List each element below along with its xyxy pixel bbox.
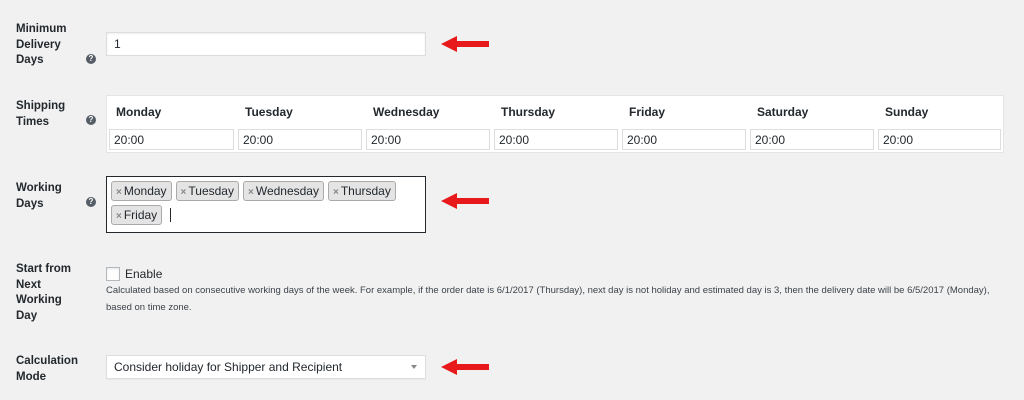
red-arrow-left-icon [441,193,489,209]
calculation-mode-selected-value: Consider holiday for Shipper and Recipie… [114,360,343,374]
enable-checkbox-label[interactable]: Enable [125,267,162,281]
shipping-day-header: Friday [629,105,666,119]
working-day-tag-label: Thursday [340,184,391,198]
remove-tag-icon[interactable]: × [333,187,339,198]
shipping-time-input[interactable] [622,129,746,150]
shipping-day-header: Monday [116,105,162,119]
minimum-delivery-days-input[interactable]: 1 [106,32,426,56]
working-day-tag-label: Wednesday [255,184,319,198]
shipping-time-input[interactable] [494,129,618,150]
help-icon[interactable]: ? [86,54,96,64]
shipping-time-cell [236,127,364,153]
shipping-day-header: Saturday [757,105,809,119]
working-days-multiselect[interactable]: × Monday × Tuesday × Wednesday × Thursday× Frida… [106,176,426,233]
shipping-day-header: Tuesday [245,105,293,119]
shipping-day-header: Thursday [501,105,556,119]
calculation-mode-label: Calculation Mode [16,355,78,383]
shipping-times-label: Shipping Times [16,100,66,128]
calculation-mode-select[interactable]: Consider holiday for Shipper and Recipie… [106,355,426,379]
remove-tag-icon[interactable]: × [116,211,122,222]
minimum-delivery-days-label: Minimum Delivery Days [16,23,67,66]
enable-checkbox[interactable] [106,267,120,281]
working-day-tag: × Thursday [327,181,396,201]
working-day-tag: × Tuesday [175,181,239,201]
shipping-time-input[interactable] [750,129,874,150]
working-day-tag-label: Monday [123,184,167,198]
help-icon[interactable]: ? [86,197,96,207]
working-day-tag: × Monday [111,181,172,201]
red-arrow-left-icon [441,36,489,52]
working-day-tag-label: Friday [123,208,158,222]
help-icon[interactable]: ? [86,115,96,125]
shipping-time-cell [364,127,492,153]
text-cursor[interactable] [170,208,172,222]
shipping-time-cell [107,127,236,153]
working-day-tag-label: Tuesday [188,184,234,198]
working-days-label: Working Days [16,182,62,210]
shipping-day-header: Sunday [885,105,929,119]
shipping-day-header: Wednesday [373,105,440,119]
working-day-tag: × Friday [111,205,163,225]
chevron-down-icon[interactable] [411,365,417,369]
start-next-working-day-label: Start from Next Working Day [16,263,71,322]
remove-tag-icon[interactable]: × [181,187,187,198]
shipping-time-input[interactable] [109,129,234,150]
start-next-description: Calculated based on consecutive working … [106,285,990,313]
shipping-time-cell [748,127,876,153]
remove-tag-icon[interactable]: × [116,187,122,198]
shipping-time-cell [492,127,620,153]
shipping-times-table: Monday Tuesday Wednesday Thursday Friday Satu… [106,95,1004,153]
remove-tag-icon[interactable]: × [248,187,254,198]
shipping-time-input[interactable] [878,129,1001,150]
shipping-time-cell [620,127,748,153]
shipping-time-input[interactable] [238,129,362,150]
working-day-tag: × Wednesday [242,181,324,201]
shipping-time-input[interactable] [366,129,490,150]
red-arrow-left-icon [441,359,489,375]
shipping-time-cell [876,127,1003,153]
